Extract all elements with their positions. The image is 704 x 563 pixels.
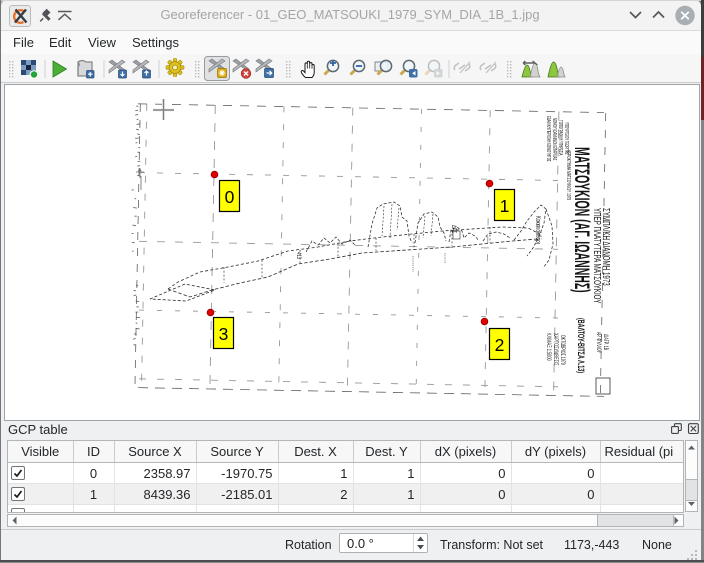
svg-text:ΑΓΡΟΚΤΗΜΑ ΜΑΤΣΟΥΚΙΟΥ 1979: ΑΓΡΟΚΤΗΜΑ ΜΑΤΣΟΥΚΙΟΥ 1979 <box>566 150 572 201</box>
svg-text:ΝΟΜΟΥ ΙΩΑΝΝΙΝΩΝ ΕΠΑΡΧΙΑΣ: ΝΟΜΟΥ ΙΩΑΝΝΙΝΩΝ ΕΠΑΡΧΙΑΣ <box>552 118 558 161</box>
svg-text:ΚΛΙΜΑΞ 1:5000: ΚΛΙΜΑΞ 1:5000 <box>545 333 552 361</box>
svg-text:3: 3 <box>219 324 229 344</box>
svg-text:1: 1 <box>500 196 510 216</box>
svg-text:ΟΚΤΩΒΡΙΟΣ 1979: ΟΚΤΩΒΡΙΟΣ 1979 <box>559 335 566 365</box>
svg-text:Κοκκινολιθάρι: Κοκκινολιθάρι <box>534 216 542 244</box>
svg-text:ΧΑΡΤΟΣΥΝΘΕΣΙΣ: ΧΑΡΤΟΣΥΝΘΕΣΙΣ <box>552 333 559 366</box>
svg-text:ΔΙΑΓΡ. 1Β: ΔΙΑΓΡ. 1Β <box>602 334 609 351</box>
svg-text:0: 0 <box>225 187 235 207</box>
svg-text:2: 2 <box>495 335 505 355</box>
svg-text:(ΒΑΛΤΟΥ-ΒΙΤΣΑ Λ.13): (ΒΑΛΤΟΥ-ΒΙΤΣΑ Λ.13) <box>576 318 587 373</box>
svg-text:413: 413 <box>295 252 302 259</box>
svg-text:ΤΟΠΟΓΡΑΦΙΚΗ ΥΠΗΡΕΣΙΑ: ΤΟΠΟΓΡΑΦΙΚΗ ΥΠΗΡΕΣΙΑ <box>558 120 564 155</box>
svg-text:ΑΡ. ΦΥΛΛΟΥ: ΑΡ. ΦΥΛΛΟΥ <box>595 332 602 354</box>
svg-text:ΣΥΜΠΛ/ΚΗ ΔΙΑΝΟΜΗ 1973: ΣΥΜΠΛ/ΚΗ ΔΙΑΝΟΜΗ 1973 <box>601 208 613 286</box>
svg-text:ΕΔΑΦΙΚΗ ΠΕΡΙΟΧΗ ΚΟΙΝΟΤΗΤΟΣ: ΕΔΑΦΙΚΗ ΠΕΡΙΟΧΗ ΚΟΙΝΟΤΗΤΟΣ <box>546 116 552 162</box>
svg-text:ΔΡΣ: ΔΡΣ <box>450 225 457 233</box>
svg-text:ΜΑΤΣΟΥΚΙΟΝ (ΑΓ. ΙΩΑΝΝΗΣ): ΜΑΤΣΟΥΚΙΟΝ (ΑΓ. ΙΩΑΝΝΗΣ) <box>570 147 594 293</box>
